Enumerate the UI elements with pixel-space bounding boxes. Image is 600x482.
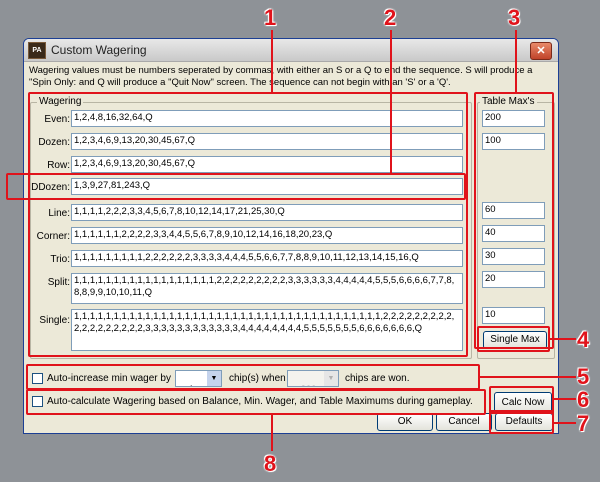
annotation-line-2 <box>390 30 392 173</box>
annotation-box-single-max <box>477 326 550 352</box>
annotation-line-6 <box>554 398 576 400</box>
callout-8: 8 <box>264 451 277 476</box>
window-title: Custom Wagering <box>51 43 147 57</box>
callout-4: 4 <box>577 327 590 352</box>
ok-button[interactable]: OK <box>377 413 433 431</box>
annotation-line-5 <box>480 376 576 378</box>
callout-6: 6 <box>577 387 590 412</box>
annotation-box-table-max <box>474 92 554 349</box>
title-bar[interactable]: PA Custom Wagering ✕ <box>24 39 558 62</box>
close-button[interactable]: ✕ <box>530 42 552 60</box>
cancel-button[interactable]: Cancel <box>436 413 492 431</box>
annotation-box-defaults <box>489 410 554 434</box>
annotation-box-wagering <box>28 92 468 357</box>
annotation-line-1 <box>271 30 273 92</box>
annotation-line-3 <box>515 30 517 92</box>
annotation-box-auto-calc <box>26 389 486 415</box>
app-icon: PA <box>28 42 46 59</box>
annotation-line-8 <box>271 415 273 451</box>
instructions-text: Wagering values must be numbers seperate… <box>29 65 533 88</box>
annotation-box-ddozen <box>6 173 466 200</box>
callout-7: 7 <box>577 411 590 436</box>
callout-2: 2 <box>384 5 397 30</box>
callout-3: 3 <box>508 5 521 30</box>
annotation-box-auto-increase <box>26 364 480 390</box>
callout-1: 1 <box>264 5 277 30</box>
annotation-line-4 <box>550 338 576 340</box>
annotation-line-7 <box>554 422 576 424</box>
